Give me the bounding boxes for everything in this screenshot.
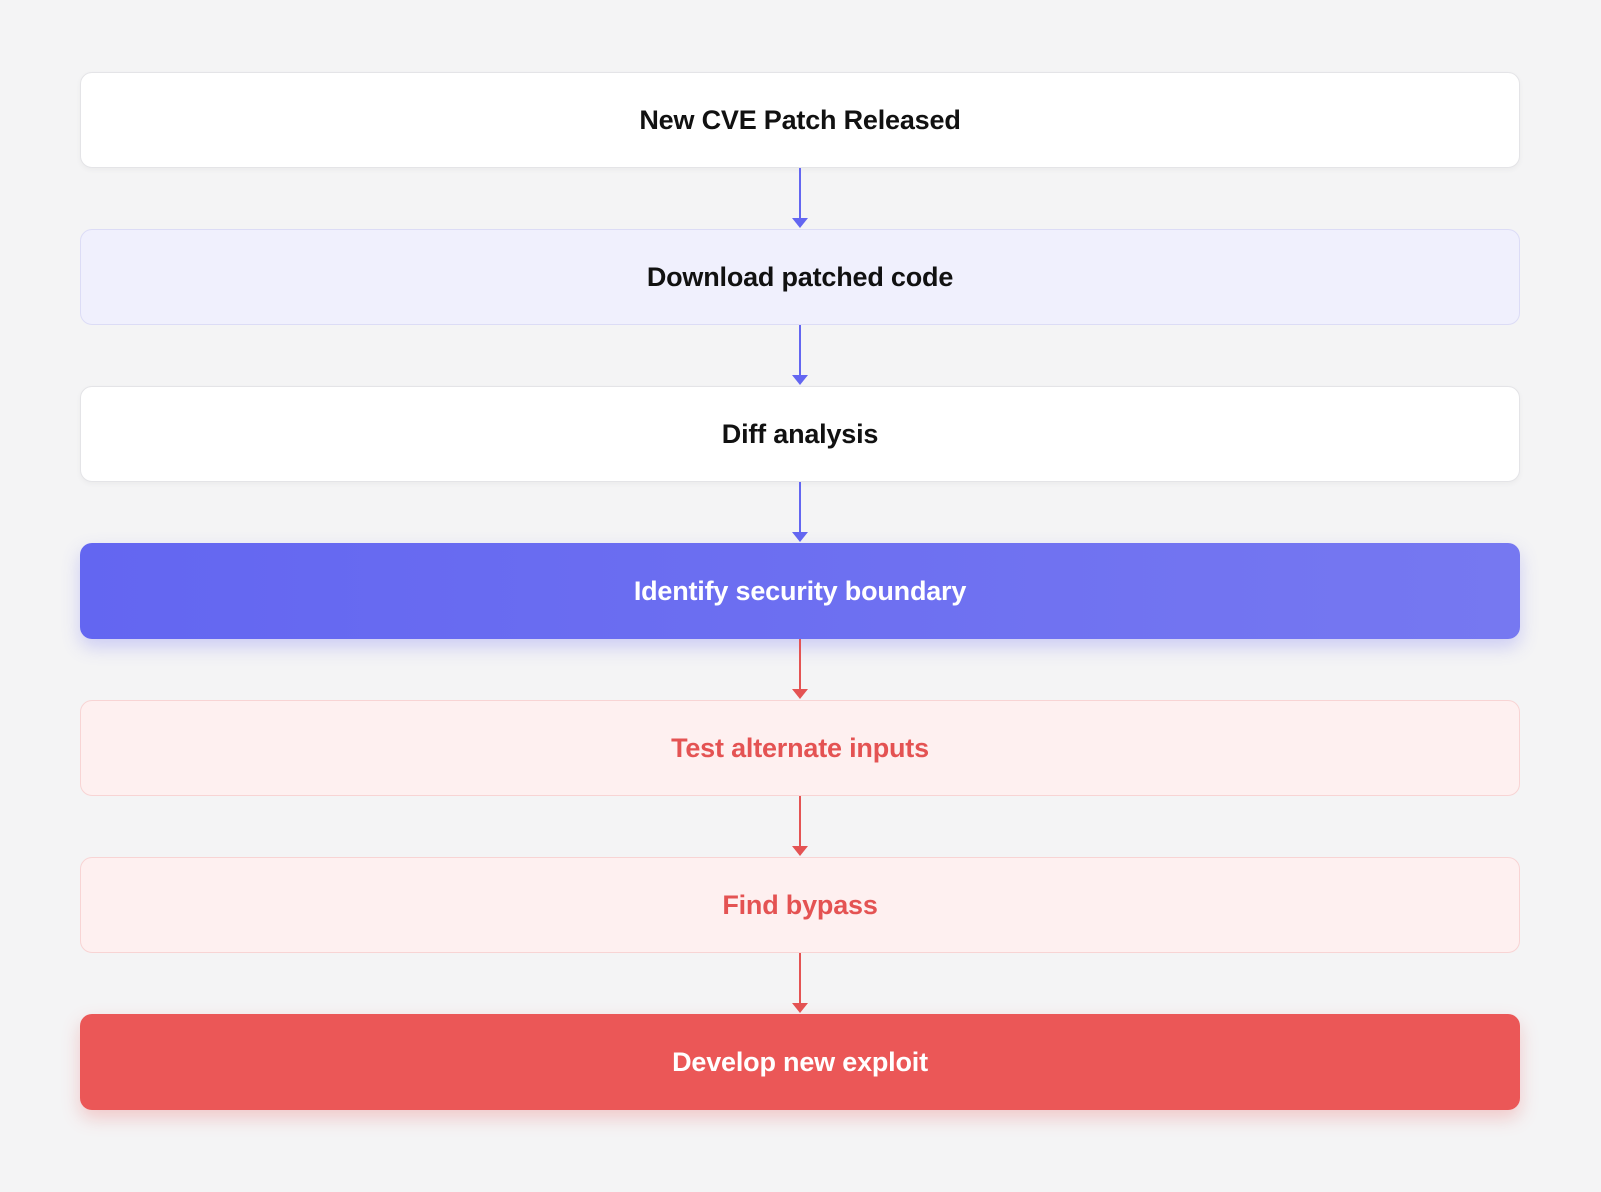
step-develop-new-exploit: Develop new exploit (80, 1014, 1520, 1110)
connector-arrow-3 (80, 482, 1520, 543)
flow-diagram: New CVE Patch Released Download patched … (80, 72, 1520, 1110)
arrow-down-icon (792, 639, 808, 699)
step-label: Find bypass (722, 889, 878, 920)
connector-arrow-1 (80, 168, 1520, 229)
arrow-down-icon (792, 953, 808, 1013)
step-new-cve-patch-released: New CVE Patch Released (80, 72, 1520, 168)
step-label: Download patched code (646, 261, 954, 292)
connector-arrow-5 (80, 796, 1520, 857)
step-find-bypass: Find bypass (80, 857, 1520, 953)
connector-arrow-2 (80, 325, 1520, 386)
arrow-down-icon (792, 796, 808, 856)
step-label: Develop new exploit (672, 1046, 928, 1077)
step-label: Diff analysis (721, 418, 879, 449)
connector-arrow-6 (80, 953, 1520, 1014)
step-label: Test alternate inputs (671, 732, 929, 763)
step-identify-security-boundary: Identify security boundary (80, 543, 1520, 639)
step-label: Identify security boundary (633, 575, 967, 606)
connector-arrow-4 (80, 639, 1520, 700)
arrow-down-icon (792, 482, 808, 542)
step-label: New CVE Patch Released (639, 104, 961, 135)
arrow-down-icon (792, 168, 808, 228)
step-download-patched-code: Download patched code (80, 229, 1520, 325)
step-diff-analysis: Diff analysis (80, 386, 1520, 482)
arrow-down-icon (792, 325, 808, 385)
step-test-alternate-inputs: Test alternate inputs (80, 700, 1520, 796)
